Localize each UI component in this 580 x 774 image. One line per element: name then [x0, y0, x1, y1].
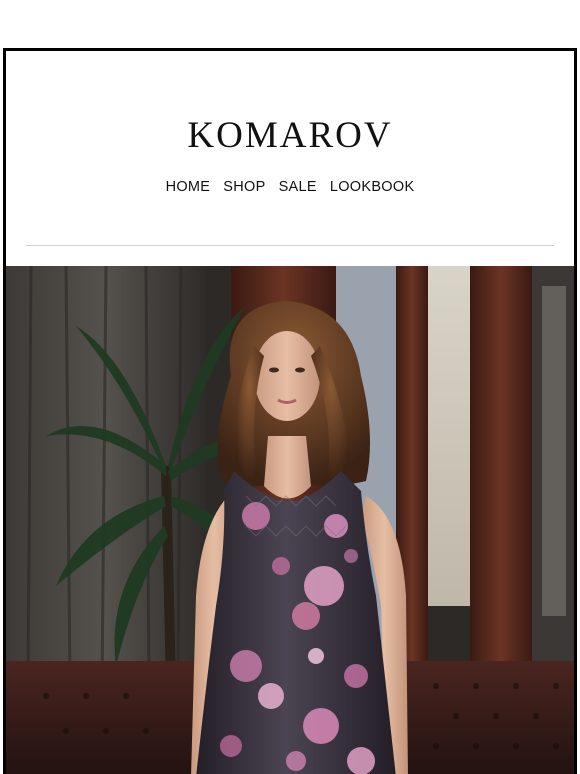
hero-image[interactable]: [6, 266, 574, 774]
nav-item-sale[interactable]: SALE: [279, 179, 317, 195]
hero-photo: [6, 266, 574, 774]
nav-item-lookbook[interactable]: LOOKBOOK: [330, 179, 415, 195]
header-divider: [26, 245, 554, 246]
nav-item-shop[interactable]: SHOP: [223, 179, 265, 195]
email-frame: KOMAROV HOME SHOP SALE LOOKBOOK: [3, 48, 577, 774]
brand-logo[interactable]: KOMAROV: [6, 117, 574, 154]
nav-item-home[interactable]: HOME: [166, 179, 211, 195]
main-nav: HOME SHOP SALE LOOKBOOK: [6, 179, 574, 195]
header: KOMAROV HOME SHOP SALE LOOKBOOK: [6, 51, 574, 266]
